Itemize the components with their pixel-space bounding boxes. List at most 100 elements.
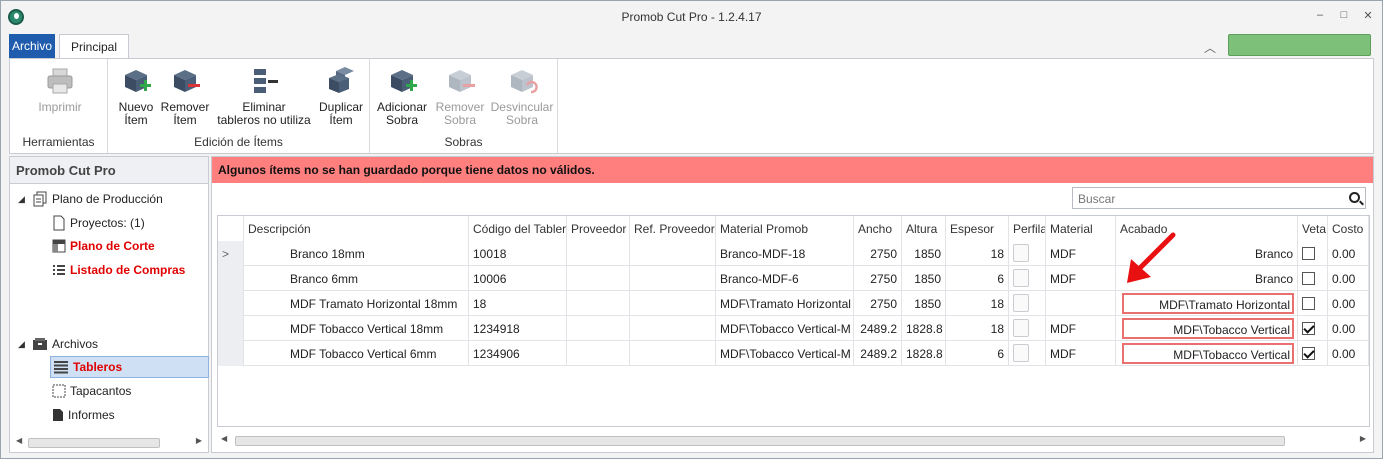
cell-acabado[interactable]: MDF\Tobacco Vertical <box>1116 341 1298 366</box>
table-row[interactable]: MDF Tramato Horizontal 18mm 18 MDF\Tramato… <box>218 291 1369 316</box>
navigation-horizontal-scrollbar[interactable]: ◀ ▶ <box>14 435 204 449</box>
nuevo-item-button[interactable]: Nuevo Ítem <box>112 65 160 127</box>
cell-costo[interactable]: 0.00 <box>1328 291 1369 316</box>
cell-perfilado[interactable] <box>1009 266 1046 291</box>
table-row[interactable]: > Branco 18mm 10018 Branco-MDF-18 2750 1850 18… <box>218 241 1369 266</box>
tree-tapacantos[interactable]: Tapacantos <box>52 384 131 398</box>
desvincular-sobra-button[interactable]: Desvincular Sobra <box>488 65 556 127</box>
cell-acabado[interactable]: MDF\Tramato Horizontal <box>1116 291 1298 316</box>
cell-proveedor[interactable] <box>567 241 630 266</box>
tree-listado-compras[interactable]: Listado de Compras <box>52 263 185 277</box>
cell-material[interactable]: MDF <box>1046 341 1116 366</box>
remover-sobra-button[interactable]: Remover Sobra <box>432 65 488 127</box>
col-costo[interactable]: Costo <box>1328 216 1369 241</box>
veta-checkbox[interactable] <box>1302 322 1315 335</box>
col-ref-proveedor[interactable]: Ref. Proveedor <box>630 216 716 241</box>
cell-material-promob[interactable]: Branco-MDF-18 <box>716 241 854 266</box>
cell-codigo[interactable]: 10006 <box>469 266 567 291</box>
cell-ref-proveedor[interactable] <box>630 266 716 291</box>
row-header[interactable] <box>218 291 244 316</box>
cell-espesor[interactable]: 18 <box>946 316 1009 341</box>
scroll-right-icon[interactable]: ▶ <box>196 436 202 445</box>
cell-ancho[interactable]: 2489.2 <box>854 316 902 341</box>
col-altura[interactable]: Altura <box>902 216 946 241</box>
cell-descripcion[interactable]: Branco 6mm <box>244 266 469 291</box>
perfilado-toggle[interactable] <box>1013 244 1029 262</box>
cell-ancho[interactable]: 2750 <box>854 241 902 266</box>
col-material[interactable]: Material <box>1046 216 1116 241</box>
cell-proveedor[interactable] <box>567 266 630 291</box>
cell-codigo[interactable]: 1234906 <box>469 341 567 366</box>
cell-material[interactable] <box>1046 291 1116 316</box>
cell-material-promob[interactable]: Branco-MDF-6 <box>716 266 854 291</box>
row-header[interactable] <box>218 266 244 291</box>
row-header[interactable] <box>218 341 244 366</box>
cell-veta[interactable] <box>1298 291 1328 316</box>
minimize-button[interactable]: – <box>1314 9 1326 22</box>
col-espesor[interactable]: Espesor <box>946 216 1009 241</box>
cell-perfilado[interactable] <box>1009 316 1046 341</box>
col-ancho[interactable]: Ancho <box>854 216 902 241</box>
cell-costo[interactable]: 0.00 <box>1328 241 1369 266</box>
col-veta[interactable]: Veta <box>1298 216 1328 241</box>
cell-acabado[interactable]: MDF\Tobacco Vertical <box>1116 316 1298 341</box>
grid-horizontal-scrollbar[interactable]: ◀ ▶ <box>217 433 1370 447</box>
maximize-button[interactable]: □ <box>1338 9 1350 22</box>
invalid-acabado-field[interactable]: MDF\Tobacco Vertical <box>1122 318 1294 339</box>
cell-material[interactable]: MDF <box>1046 266 1116 291</box>
veta-checkbox[interactable] <box>1302 347 1315 360</box>
cell-descripcion[interactable]: Branco 18mm <box>244 241 469 266</box>
col-proveedor[interactable]: Proveedor <box>567 216 630 241</box>
cell-veta[interactable] <box>1298 266 1328 291</box>
cell-ancho[interactable]: 2750 <box>854 291 902 316</box>
tab-principal[interactable]: Principal <box>59 34 129 58</box>
perfilado-toggle[interactable] <box>1013 269 1029 287</box>
expanded-arrow-icon[interactable]: ◢ <box>18 194 28 205</box>
scroll-right-icon[interactable]: ▶ <box>1360 434 1366 443</box>
cell-codigo[interactable]: 10018 <box>469 241 567 266</box>
cell-altura[interactable]: 1850 <box>902 291 946 316</box>
cell-ancho[interactable]: 2750 <box>854 266 902 291</box>
cell-altura[interactable]: 1828.8 <box>902 316 946 341</box>
cell-perfilado[interactable] <box>1009 341 1046 366</box>
table-row[interactable]: MDF Tobacco Vertical 6mm 1234906 MDF\Tobac… <box>218 341 1369 366</box>
cell-material-promob[interactable]: MDF\Tramato Horizontal <box>716 291 854 316</box>
col-codigo[interactable]: Código del Tablero <box>469 216 567 241</box>
cell-codigo[interactable]: 1234918 <box>469 316 567 341</box>
expanded-arrow-icon[interactable]: ◢ <box>18 339 28 350</box>
tab-archivo[interactable]: Archivo <box>9 34 55 58</box>
col-material-promob[interactable]: Material Promob <box>716 216 854 241</box>
tree-tableros[interactable]: Tableros <box>50 356 209 378</box>
cell-altura[interactable]: 1828.8 <box>902 341 946 366</box>
veta-checkbox[interactable] <box>1302 297 1315 310</box>
cell-altura[interactable]: 1850 <box>902 241 946 266</box>
cell-ref-proveedor[interactable] <box>630 316 716 341</box>
scroll-left-icon[interactable]: ◀ <box>16 436 22 445</box>
cell-codigo[interactable]: 18 <box>469 291 567 316</box>
col-perfilado[interactable]: Perfilado <box>1009 216 1046 241</box>
cell-altura[interactable]: 1850 <box>902 266 946 291</box>
tree-proyectos[interactable]: Proyectos: (1) <box>52 215 145 231</box>
cell-veta[interactable] <box>1298 241 1328 266</box>
imprimir-button[interactable]: Imprimir <box>32 65 88 114</box>
cell-proveedor[interactable] <box>567 316 630 341</box>
duplicar-item-button[interactable]: Duplicar Ítem <box>314 65 368 127</box>
collapse-ribbon-icon[interactable]: ︿ <box>1204 39 1216 56</box>
perfilado-toggle[interactable] <box>1013 319 1029 337</box>
col-descripcion[interactable]: Descripción <box>244 216 469 241</box>
tree-plano-produccion[interactable]: ◢ Plano de Producción <box>18 191 163 207</box>
tree-plano-corte[interactable]: Plano de Corte <box>52 239 155 253</box>
tree-archivos[interactable]: ◢ Archivos <box>18 336 98 352</box>
cell-perfilado[interactable] <box>1009 241 1046 266</box>
table-row[interactable]: MDF Tobacco Vertical 18mm 1234918 MDF\Toba… <box>218 316 1369 341</box>
cell-material[interactable]: MDF <box>1046 241 1116 266</box>
cell-material-promob[interactable]: MDF\Tobacco Vertical-M <box>716 316 854 341</box>
cell-espesor[interactable]: 18 <box>946 291 1009 316</box>
cell-ref-proveedor[interactable] <box>630 241 716 266</box>
cell-material-promob[interactable]: MDF\Tobacco Vertical-M <box>716 341 854 366</box>
cell-espesor[interactable]: 18 <box>946 241 1009 266</box>
scroll-left-icon[interactable]: ◀ <box>221 434 227 443</box>
veta-checkbox[interactable] <box>1302 272 1315 285</box>
cell-veta[interactable] <box>1298 316 1328 341</box>
veta-checkbox[interactable] <box>1302 247 1315 260</box>
